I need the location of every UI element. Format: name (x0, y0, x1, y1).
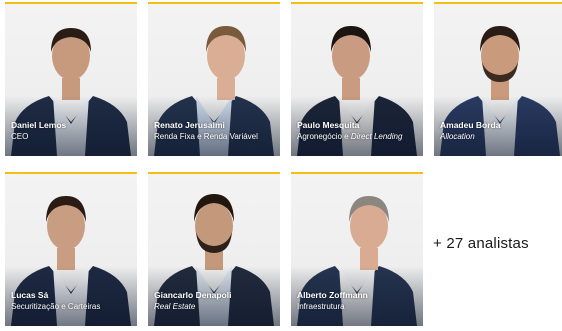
caption: Paulo Mesquita Agronegócio e Direct Lend… (297, 120, 419, 142)
member-name: Daniel Lemos (11, 120, 67, 130)
team-card-amadeu-borda[interactable]: Amadeu Borda Allocation (434, 2, 562, 156)
member-name: Amadeu Borda (440, 120, 501, 130)
member-role: Agronegócio e Direct Lending (297, 132, 403, 141)
member-role: CEO (11, 132, 29, 141)
member-name: Paulo Mesquita (297, 120, 360, 130)
member-name: Alberto Zoffmann (297, 290, 368, 300)
member-name: Renato Jerusalmi (154, 120, 225, 130)
team-card-giancarlo-denapoli[interactable]: Giancarlo Denapoli Real Estate (148, 172, 280, 326)
caption: Daniel Lemos CEO (11, 120, 133, 142)
member-role: Real Estate (154, 302, 196, 311)
caption: Lucas Sá Securitização e Carteiras (11, 290, 133, 312)
caption: Giancarlo Denapoli Real Estate (154, 290, 276, 312)
more-analysts-label: + 27 analistas (433, 235, 529, 252)
member-role: Infraestrutura (297, 302, 345, 311)
team-card-renato-jerusalmi[interactable]: Renato Jerusalmi Renda Fixa e Renda Vari… (148, 2, 280, 156)
caption: Amadeu Borda Allocation (440, 120, 562, 142)
member-role: Allocation (440, 132, 475, 141)
member-role: Securitização e Carteiras (11, 302, 101, 311)
member-role: Renda Fixa e Renda Variável (154, 132, 258, 141)
member-name: Lucas Sá (11, 290, 49, 300)
team-card-paulo-mesquita[interactable]: Paulo Mesquita Agronegócio e Direct Lend… (291, 2, 423, 156)
caption: Alberto Zoffmann Infraestrutura (297, 290, 419, 312)
team-card-lucas-sa[interactable]: Lucas Sá Securitização e Carteiras (5, 172, 137, 326)
team-card-daniel-lemos[interactable]: Daniel Lemos CEO (5, 2, 137, 156)
caption: Renato Jerusalmi Renda Fixa e Renda Vari… (154, 120, 276, 142)
team-card-alberto-zoffmann[interactable]: Alberto Zoffmann Infraestrutura (291, 172, 423, 326)
member-name: Giancarlo Denapoli (154, 290, 232, 300)
